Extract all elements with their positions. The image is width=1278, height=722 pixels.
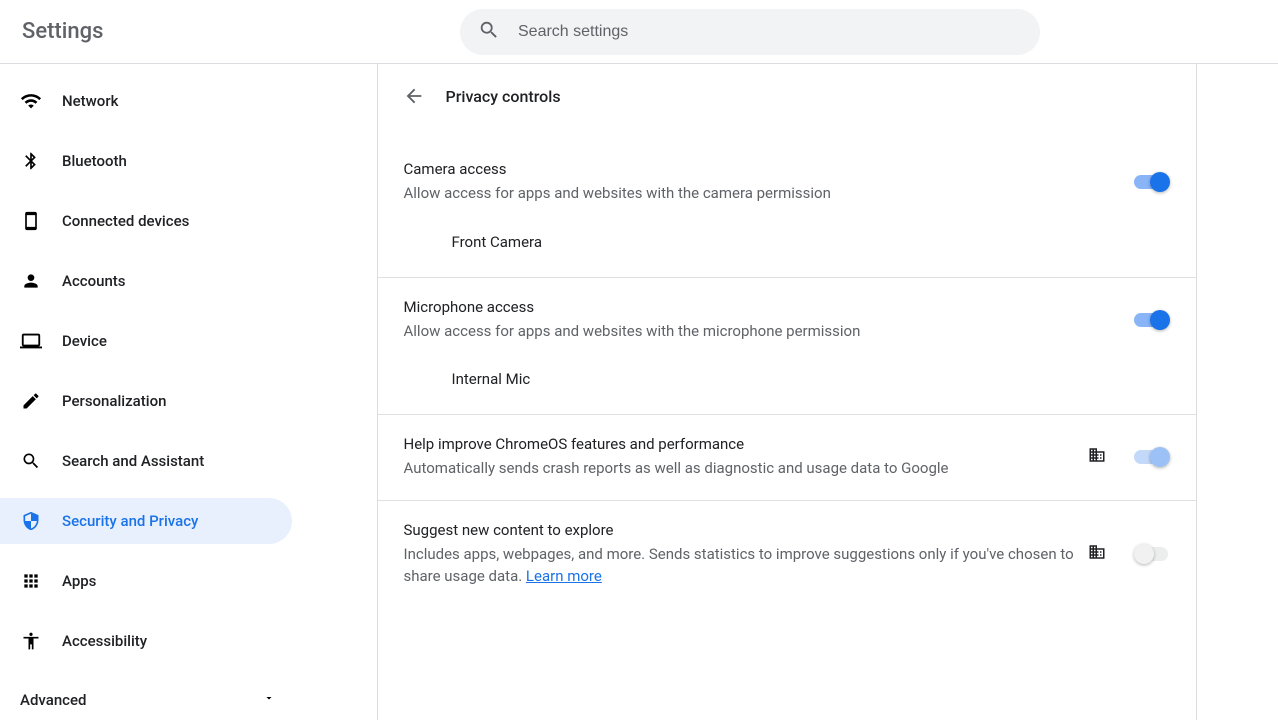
arrow-left-icon [403, 85, 425, 107]
learn-more-link[interactable]: Learn more [526, 567, 602, 585]
setting-desc: Allow access for apps and websites with … [404, 182, 1134, 205]
setting-camera-access: Camera access Allow access for apps and … [378, 120, 1196, 217]
bluetooth-icon [20, 151, 42, 171]
sidebar: Network Bluetooth Connected devices Acco… [0, 64, 295, 720]
sidebar-item-label: Apps [62, 572, 96, 590]
toggle-suggest-content [1134, 544, 1170, 564]
chevron-down-icon [263, 692, 275, 708]
sidebar-item-connected-devices[interactable]: Connected devices [0, 198, 292, 244]
sidebar-item-label: Search and Assistant [62, 452, 204, 470]
header: Settings [0, 0, 1278, 64]
sidebar-item-accounts[interactable]: Accounts [0, 258, 292, 304]
page-header: Privacy controls [378, 64, 1196, 120]
setting-microphone-access: Microphone access Allow access for apps … [378, 278, 1196, 355]
search-icon [20, 451, 42, 471]
sidebar-item-label: Connected devices [62, 212, 189, 230]
advanced-label: Advanced [20, 691, 86, 709]
search-container[interactable] [460, 9, 1040, 55]
setting-desc: Allow access for apps and websites with … [404, 320, 1134, 343]
toggle-help-improve [1134, 447, 1170, 467]
sidebar-item-security-and-privacy[interactable]: Security and Privacy [0, 498, 292, 544]
setting-suggest-content: Suggest new content to explore Includes … [378, 501, 1196, 608]
search-input[interactable] [518, 23, 1022, 41]
sidebar-item-personalization[interactable]: Personalization [0, 378, 292, 424]
setting-desc: Automatically sends crash reports as wel… [404, 457, 1088, 480]
back-button[interactable] [402, 84, 426, 108]
sidebar-item-label: Network [62, 92, 118, 110]
sidebar-item-device[interactable]: Device [0, 318, 292, 364]
sidebar-advanced[interactable]: Advanced [0, 678, 295, 722]
sidebar-item-label: Security and Privacy [62, 512, 198, 530]
wifi-icon [20, 90, 42, 112]
setting-help-improve: Help improve ChromeOS features and perfo… [378, 415, 1196, 501]
sidebar-item-label: Device [62, 332, 107, 350]
sidebar-item-label: Personalization [62, 392, 166, 410]
shield-icon [20, 511, 42, 531]
enterprise-icon [1088, 446, 1106, 468]
toggle-camera-access[interactable] [1134, 172, 1170, 192]
setting-desc: Includes apps, webpages, and more. Sends… [404, 543, 1088, 588]
sidebar-item-network[interactable]: Network [0, 78, 292, 124]
apps-icon [20, 571, 42, 591]
main: Privacy controls Camera access Allow acc… [295, 64, 1278, 720]
search-icon [478, 19, 500, 45]
devices-icon [20, 211, 42, 231]
enterprise-icon [1088, 543, 1106, 565]
sidebar-item-accessibility[interactable]: Accessibility [0, 618, 292, 664]
content-card: Privacy controls Camera access Allow acc… [377, 64, 1197, 720]
setting-title: Camera access [404, 160, 1134, 178]
toggle-microphone-access[interactable] [1134, 310, 1170, 330]
page-title: Privacy controls [446, 87, 561, 106]
microphone-device-row[interactable]: Internal Mic [378, 354, 1196, 415]
setting-title: Suggest new content to explore [404, 521, 1088, 539]
camera-device-row[interactable]: Front Camera [378, 217, 1196, 278]
sidebar-item-search-and-assistant[interactable]: Search and Assistant [0, 438, 292, 484]
app-title: Settings [20, 19, 460, 44]
laptop-icon [20, 330, 42, 352]
sidebar-item-bluetooth[interactable]: Bluetooth [0, 138, 292, 184]
person-icon [20, 271, 42, 291]
setting-desc-text: Includes apps, webpages, and more. Sends… [404, 545, 1074, 586]
setting-title: Help improve ChromeOS features and perfo… [404, 435, 1088, 453]
sidebar-item-label: Accessibility [62, 632, 147, 650]
microphone-device-label: Internal Mic [452, 370, 1170, 388]
sidebar-item-label: Accounts [62, 272, 126, 290]
edit-icon [20, 391, 42, 411]
setting-title: Microphone access [404, 298, 1134, 316]
sidebar-item-label: Bluetooth [62, 152, 127, 170]
sidebar-item-apps[interactable]: Apps [0, 558, 292, 604]
accessibility-icon [20, 631, 42, 651]
camera-device-label: Front Camera [452, 233, 1170, 251]
